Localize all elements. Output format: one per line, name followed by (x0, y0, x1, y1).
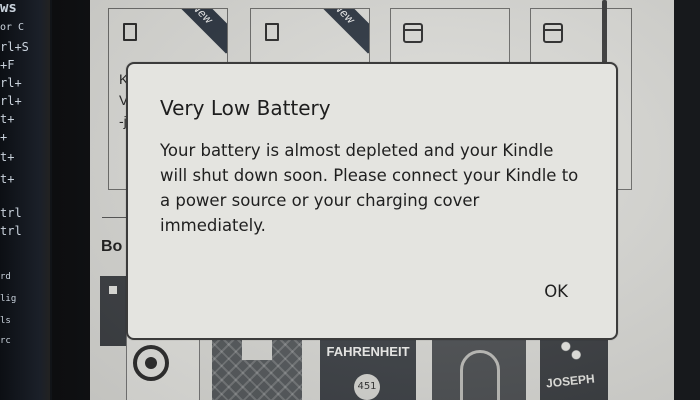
cover-art (460, 350, 500, 400)
section-title: Bo (101, 238, 123, 255)
cover-art (558, 338, 584, 366)
book-cover-joseph[interactable]: JOSEPH (540, 330, 608, 400)
collection-icon (403, 23, 423, 43)
dialog-title: Very Low Battery (160, 96, 331, 120)
collection-icon (543, 23, 563, 43)
book-cover[interactable] (432, 330, 526, 400)
cover-art (109, 286, 117, 294)
book-cover[interactable] (100, 276, 126, 346)
new-badge: New (304, 9, 369, 54)
cover-title: JOSEPH (545, 371, 596, 391)
book-cover[interactable] (212, 330, 302, 400)
laptop-text-line: trl (0, 224, 22, 238)
laptop-text-line: +F (0, 58, 15, 72)
cover-title: FAHRENHEIT (326, 344, 410, 359)
document-icon (123, 23, 137, 41)
book-cover[interactable] (126, 330, 200, 400)
new-badge: New (162, 9, 227, 54)
laptop-text-line: t+ (0, 112, 15, 126)
laptop-text-line: rl+ (0, 94, 22, 108)
laptop-text-line: + (0, 130, 8, 144)
laptop-text-line: lig (0, 294, 17, 304)
laptop-text-line: rl+S (0, 40, 29, 54)
low-battery-dialog: Very Low Battery Your battery is almost … (126, 62, 618, 340)
laptop-text-line: t+ (0, 172, 15, 186)
dialog-message: Your battery is almost depleted and your… (160, 141, 579, 235)
laptop-text-line: rd (0, 272, 11, 282)
book-cover-fahrenheit[interactable]: FAHRENHEIT 451 (320, 330, 416, 400)
laptop-text-line: rc (0, 336, 11, 346)
cover-label (242, 338, 272, 360)
laptop-text-line: t+ (0, 150, 15, 164)
laptop-text-line: ws (0, 0, 17, 16)
ok-button[interactable]: OK (544, 282, 568, 301)
background-laptop-screen: ws or C rl+S +F rl+ rl+ t+ + t+ t+ trl t… (0, 0, 50, 400)
laptop-text-line: trl (0, 206, 22, 220)
laptop-text-line: ls (0, 316, 11, 326)
eye-cover-art (133, 345, 169, 381)
laptop-text-line: rl+ (0, 76, 22, 90)
document-icon (265, 23, 279, 41)
cover-number: 451 (354, 374, 380, 400)
laptop-text-line: or C (0, 22, 25, 33)
